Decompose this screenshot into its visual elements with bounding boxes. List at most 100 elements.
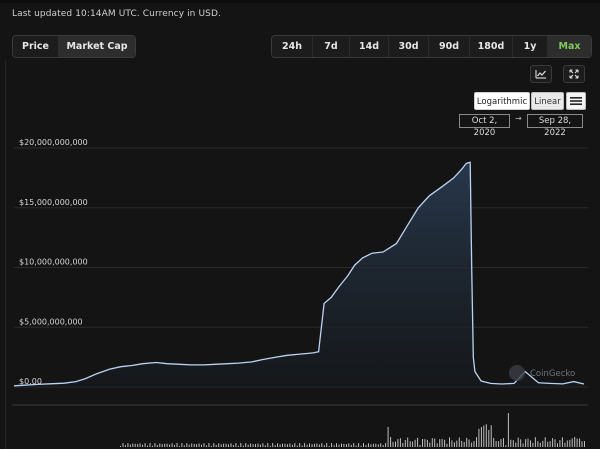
volume-bar: [512, 440, 514, 447]
volume-bar: [161, 444, 163, 447]
volume-bar: [284, 443, 286, 447]
volume-bar: [333, 445, 335, 447]
volume-bar: [372, 443, 374, 447]
volume-bar: [294, 443, 296, 447]
volume-bar: [225, 443, 227, 447]
volume-bar: [412, 441, 414, 447]
volume-bar: [279, 444, 281, 447]
volume-bar: [326, 443, 328, 447]
volume-bar: [350, 444, 352, 447]
volume-bar: [434, 438, 436, 447]
volume-bar: [120, 446, 121, 447]
volume-bar: [409, 441, 411, 447]
volume-bar: [419, 444, 421, 447]
volume-bar: [395, 441, 396, 447]
volume-bar: [132, 443, 134, 447]
volume-bar: [488, 430, 490, 447]
volume-bar: [171, 443, 173, 447]
volume-bar: [468, 439, 470, 447]
volume-bar: [566, 440, 568, 447]
volume-bar: [382, 445, 384, 447]
volume-bar: [485, 424, 487, 447]
volume-bar: [476, 437, 477, 447]
volume-bar: [576, 438, 578, 447]
volume-bar: [392, 441, 394, 447]
volume-bar: [503, 438, 504, 447]
volume-bar: [289, 443, 291, 447]
volume-bar: [159, 443, 161, 447]
volume-bar: [230, 443, 232, 447]
volume-bar: [210, 445, 212, 447]
volume-bar: [127, 443, 129, 447]
volume-bar: [291, 444, 293, 447]
volume-bar: [139, 443, 141, 447]
coingecko-watermark-text: CoinGecko: [530, 369, 575, 379]
volume-bar: [341, 443, 342, 447]
volume-bar: [458, 437, 460, 447]
volume-bar: [262, 443, 264, 447]
volume-bar: [569, 439, 571, 447]
volume-bar: [247, 444, 249, 447]
volume-bar: [124, 445, 126, 447]
volume-bar: [174, 445, 175, 447]
volume-bar: [571, 438, 573, 447]
volume-bar: [220, 444, 222, 447]
volume-bar: [269, 445, 271, 447]
volume-bar: [530, 440, 531, 447]
volume-bar: [205, 445, 207, 447]
volume-bar: [478, 428, 480, 447]
volume-bar: [446, 443, 448, 447]
volume-bar: [461, 440, 463, 447]
y-tick-label: $20,000,000,000: [19, 138, 88, 147]
volume-bar: [473, 441, 475, 447]
volume-bar: [365, 445, 367, 447]
volume-bar: [579, 438, 581, 447]
volume-bar: [561, 437, 563, 447]
volume-bar: [183, 445, 185, 447]
volume-bar: [311, 444, 313, 447]
volume-bar: [336, 443, 337, 447]
market-cap-chart: $0.00$5,000,000,000$10,000,000,000$15,00…: [12, 138, 588, 447]
volume-bar: [306, 444, 308, 447]
volume-bar: [301, 445, 303, 447]
volume-bar: [505, 445, 507, 447]
volume-bar: [166, 443, 168, 447]
volume-bar: [286, 444, 288, 447]
market-cap-area: [14, 162, 584, 387]
volume-bar: [466, 437, 468, 447]
volume-bar: [178, 445, 180, 447]
volume-bar: [245, 443, 247, 447]
coingecko-watermark: CoinGecko: [509, 365, 575, 381]
volume-bar: [534, 437, 536, 447]
volume-bar: [228, 444, 229, 447]
volume-bar: [235, 443, 237, 447]
volume-bar: [296, 445, 298, 447]
volume-bar: [515, 442, 517, 447]
volume-bar: [539, 442, 541, 447]
volume-bar: [215, 445, 217, 447]
volume-bar: [188, 444, 190, 447]
volume-bar: [151, 445, 153, 447]
volume-bar: [417, 437, 419, 447]
volume-bar: [345, 444, 347, 447]
volume-bar: [520, 439, 522, 447]
volume-bar: [510, 439, 512, 447]
volume-bar: [122, 443, 124, 447]
volume-bar: [164, 443, 166, 447]
volume-bar: [232, 445, 234, 447]
volume-bar: [255, 444, 256, 447]
volume-bar: [343, 443, 345, 447]
coingecko-logo-icon: [509, 365, 525, 381]
volume-bar: [353, 443, 355, 447]
volume-bar: [385, 443, 387, 447]
volume-bar: [557, 443, 558, 447]
volume-bar: [404, 440, 406, 447]
volume-bar: [196, 444, 198, 447]
volume-bar: [574, 437, 576, 447]
volume-bar: [537, 441, 539, 447]
volume-bar: [387, 427, 389, 447]
volume-bar: [426, 439, 428, 447]
volume-bar: [493, 437, 495, 447]
volume-bar: [169, 444, 171, 447]
volume-bar: [358, 443, 360, 447]
